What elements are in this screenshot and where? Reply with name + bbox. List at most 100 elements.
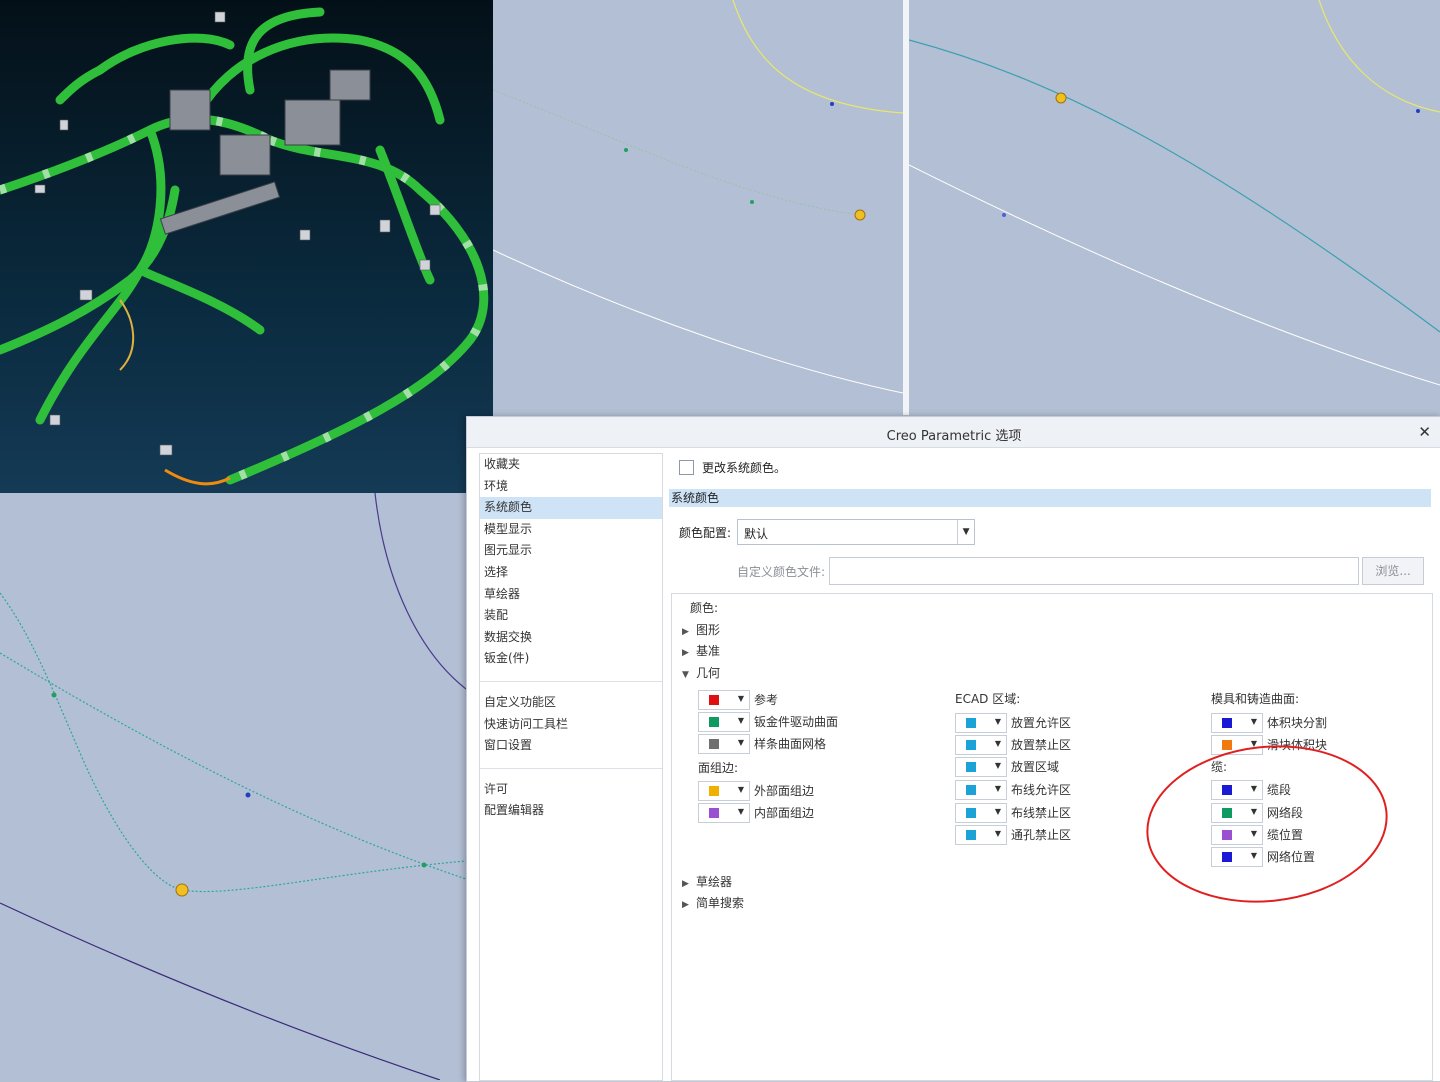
color-label-ecad-place-keepout: 放置禁止区 — [1011, 738, 1072, 752]
color-picker-network-segment[interactable]: ▼ — [1211, 803, 1263, 823]
change-system-colors-label: 更改系统颜色。 — [702, 461, 787, 475]
color-swatch — [709, 786, 719, 796]
tree-node-datum[interactable]: ▶ 基准 — [682, 642, 720, 659]
chevron-down-icon: ▼ — [994, 761, 1001, 770]
color-picker-external-quilt-edge[interactable]: ▼ — [698, 781, 750, 801]
color-swatch — [966, 785, 976, 795]
sketch-viewport-bottom-left[interactable] — [0, 493, 466, 1080]
color-picker-slider-volume[interactable]: ▼ — [1211, 735, 1263, 755]
options-content-panel: 更改系统颜色。 系统颜色 颜色配置: 默认 ▼ 自定义颜色文件: 浏览... 颜… — [669, 453, 1433, 1081]
color-swatch — [966, 830, 976, 840]
change-system-colors-checkbox[interactable] — [679, 460, 694, 475]
color-swatch — [709, 717, 719, 727]
viewport-curves — [909, 0, 1440, 386]
color-picker-ecad-route-keepout[interactable]: ▼ — [955, 803, 1007, 823]
options-dialog: Creo Parametric 选项 ✕ 收藏夹 环境 系统颜色 模型显示 图元… — [466, 416, 1440, 1082]
color-label-slider-volume: 滑块体积块 — [1267, 738, 1328, 752]
ecad-group-label: ECAD 区域: — [955, 692, 1021, 706]
chevron-down-icon: ▼ — [994, 717, 1001, 726]
color-swatch — [709, 808, 719, 818]
nav-item-sketcher[interactable]: 草绘器 — [480, 584, 662, 606]
harness-3d-viewport[interactable] — [0, 0, 493, 493]
color-picker-ecad-via-keepout[interactable]: ▼ — [955, 825, 1007, 845]
dialog-title: Creo Parametric 选项 — [886, 429, 1022, 444]
color-picker-spline-surface-mesh[interactable]: ▼ — [698, 734, 750, 754]
expand-right-icon[interactable]: ▶ — [682, 648, 696, 658]
tree-node-geometry[interactable]: ▼ 几何 — [682, 664, 720, 681]
sketch-viewport-top-right[interactable] — [909, 0, 1440, 415]
color-swatch — [709, 739, 719, 749]
nav-item-data-exchange[interactable]: 数据交换 — [480, 627, 662, 649]
color-tree: 颜色: ▶ 图形 ▶ 基准 ▼ 几何 ▼ 参考 ▼ 钣金件驱动曲面 ▼ 样条曲面网格 … — [671, 593, 1433, 1081]
color-label-sheetmetal-driving-surface: 钣金件驱动曲面 — [754, 715, 839, 729]
color-label-volume-split: 体积块分割 — [1267, 716, 1328, 730]
color-picker-ecad-place-keepin[interactable]: ▼ — [955, 713, 1007, 733]
dialog-titlebar[interactable]: Creo Parametric 选项 ✕ — [467, 417, 1440, 448]
tree-node-sketcher[interactable]: ▶ 草绘器 — [682, 873, 732, 890]
face-edge-group-label: 面组边: — [698, 761, 739, 775]
color-picker-cable-segment[interactable]: ▼ — [1211, 780, 1263, 800]
color-picker-reference[interactable]: ▼ — [698, 690, 750, 710]
nav-divider — [480, 767, 662, 769]
color-label-internal-quilt-edge: 内部面组边 — [754, 806, 815, 820]
chevron-down-icon: ▼ — [737, 694, 744, 703]
sketch-viewport-top-middle[interactable] — [493, 0, 903, 415]
color-swatch — [966, 808, 976, 818]
color-scheme-value: 默认 — [744, 527, 769, 541]
expand-right-icon[interactable]: ▶ — [682, 627, 696, 637]
color-picker-ecad-place-keepout[interactable]: ▼ — [955, 735, 1007, 755]
color-label-cable-location: 缆位置 — [1267, 828, 1304, 842]
chevron-down-icon[interactable]: ▼ — [957, 520, 974, 544]
color-picker-internal-quilt-edge[interactable]: ▼ — [698, 803, 750, 823]
colors-label: 颜色: — [690, 601, 719, 615]
nav-item-entity-display[interactable]: 图元显示 — [480, 540, 662, 562]
color-picker-ecad-route-keepin[interactable]: ▼ — [955, 780, 1007, 800]
nav-item-window-settings[interactable]: 窗口设置 — [480, 735, 662, 757]
chevron-down-icon: ▼ — [737, 738, 744, 747]
chevron-down-icon: ▼ — [994, 739, 1001, 748]
options-category-list: 收藏夹 环境 系统颜色 模型显示 图元显示 选择 草绘器 装配 数据交换 钣金(… — [479, 453, 663, 1081]
expand-right-icon[interactable]: ▶ — [682, 900, 696, 910]
chevron-down-icon: ▼ — [994, 829, 1001, 838]
tree-node-graphics[interactable]: ▶ 图形 — [682, 621, 720, 638]
chevron-down-icon: ▼ — [1250, 851, 1257, 860]
color-swatch — [1222, 718, 1232, 728]
color-label-ecad-route-keepout: 布线禁止区 — [1011, 806, 1072, 820]
color-label-network-segment: 网络段 — [1267, 806, 1304, 820]
color-picker-cable-location[interactable]: ▼ — [1211, 825, 1263, 845]
expand-right-icon[interactable]: ▶ — [682, 879, 696, 889]
color-picker-sheetmetal-driving-surface[interactable]: ▼ — [698, 712, 750, 732]
color-picker-volume-split[interactable]: ▼ — [1211, 713, 1263, 733]
change-system-colors-row[interactable]: 更改系统颜色。 — [679, 459, 786, 476]
chevron-down-icon: ▼ — [1250, 807, 1257, 816]
color-label-external-quilt-edge: 外部面组边 — [754, 784, 815, 798]
nav-item-assembly[interactable]: 装配 — [480, 605, 662, 627]
close-icon[interactable]: ✕ — [1418, 423, 1431, 441]
color-label-spline-surface-mesh: 样条曲面网格 — [754, 737, 827, 751]
nav-item-quick-access-toolbar[interactable]: 快速访问工具栏 — [480, 714, 662, 736]
nav-item-favorites[interactable]: 收藏夹 — [480, 454, 662, 476]
color-scheme-select[interactable]: 默认 ▼ — [737, 519, 976, 545]
nav-divider — [480, 680, 662, 682]
color-picker-ecad-place-region[interactable]: ▼ — [955, 757, 1007, 777]
chevron-down-icon: ▼ — [1250, 784, 1257, 793]
nav-item-environment[interactable]: 环境 — [480, 476, 662, 498]
color-label-ecad-via-keepout: 通孔禁止区 — [1011, 828, 1072, 842]
nav-item-sheetmetal[interactable]: 钣金(件) — [480, 648, 662, 670]
color-label-network-location: 网络位置 — [1267, 850, 1316, 864]
nav-item-license[interactable]: 许可 — [480, 779, 662, 801]
custom-color-file-input[interactable] — [829, 557, 1360, 585]
cable-group-label: 缆: — [1211, 760, 1228, 774]
browse-button[interactable]: 浏览... — [1362, 557, 1425, 585]
nav-item-customize-ribbon[interactable]: 自定义功能区 — [480, 692, 662, 714]
color-picker-network-location[interactable]: ▼ — [1211, 847, 1263, 867]
mold-group-label: 模具和铸造曲面: — [1211, 692, 1300, 706]
color-label-ecad-place-region: 放置区域 — [1011, 760, 1060, 774]
nav-item-system-colors[interactable]: 系统颜色 — [480, 497, 662, 519]
collapse-down-icon[interactable]: ▼ — [682, 670, 696, 680]
nav-item-selection[interactable]: 选择 — [480, 562, 662, 584]
nav-item-config-editor[interactable]: 配置编辑器 — [480, 800, 662, 822]
tree-node-simple-search[interactable]: ▶ 简单搜索 — [682, 894, 744, 911]
color-label-cable-segment: 缆段 — [1267, 783, 1292, 797]
nav-item-model-display[interactable]: 模型显示 — [480, 519, 662, 541]
